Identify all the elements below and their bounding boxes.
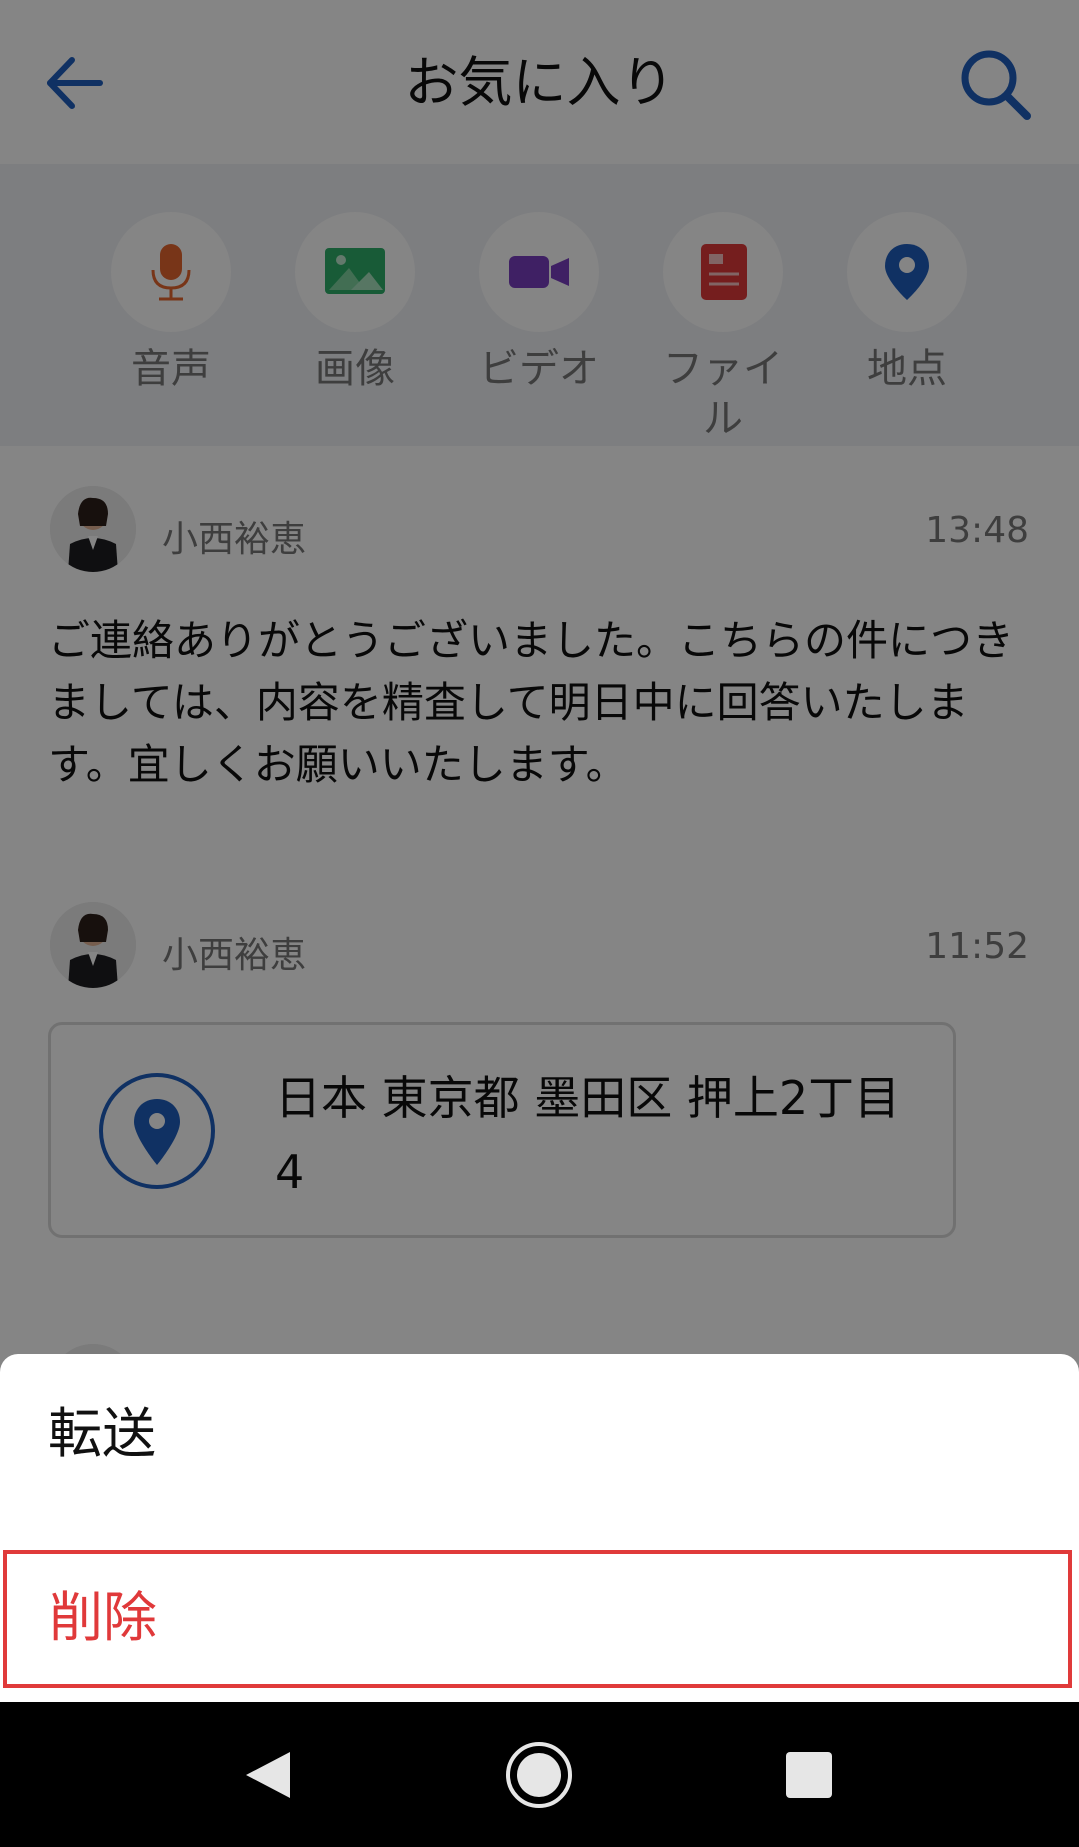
nav-back-icon[interactable] (232, 1740, 302, 1810)
forward-label: 転送 (48, 1402, 156, 1465)
nav-home-icon[interactable] (504, 1740, 574, 1810)
action-sheet: 転送 削除 (0, 1354, 1079, 1702)
delete-label: 削除 (49, 1586, 157, 1649)
system-navigation-bar (0, 1702, 1079, 1847)
delete-button[interactable]: 削除 (3, 1550, 1072, 1688)
favorites-screen: お気に入り 音声 画像 ビデオ ファイル 地点 小西裕恵 13:48 ご連絡あり… (0, 0, 1079, 1847)
forward-button[interactable]: 転送 (0, 1362, 1079, 1506)
nav-recents-icon[interactable] (774, 1740, 844, 1810)
